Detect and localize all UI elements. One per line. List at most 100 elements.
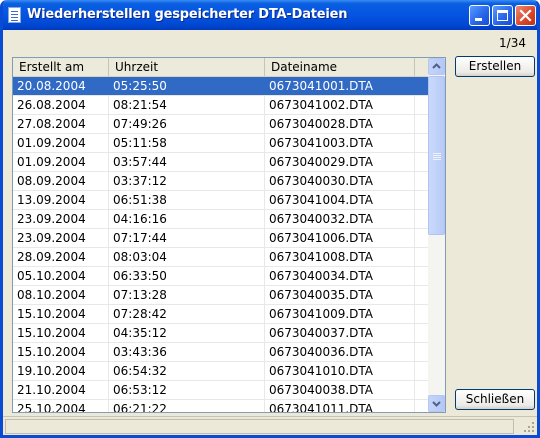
app-icon bbox=[8, 7, 21, 23]
table-row[interactable]: 28.09.2004 08:03:04 0673041008.DTA bbox=[13, 248, 429, 267]
column-header-date[interactable]: Erstellt am bbox=[13, 58, 109, 76]
scroll-down-button[interactable] bbox=[428, 395, 445, 412]
scroll-up-icon bbox=[432, 63, 441, 69]
cell-date: 08.09.2004 bbox=[17, 174, 86, 188]
table-row[interactable]: 25.10.2004 06:21:22 0673041011.DTA bbox=[13, 400, 429, 413]
table-row[interactable]: 27.08.2004 07:49:26 0673040028.DTA bbox=[13, 115, 429, 134]
table-row[interactable]: 23.09.2004 07:17:44 0673041006.DTA bbox=[13, 229, 429, 248]
scroll-thumb[interactable] bbox=[428, 76, 445, 235]
cell-time: 04:35:12 bbox=[113, 326, 167, 340]
cell-time: 08:03:04 bbox=[113, 250, 167, 264]
file-list[interactable]: Erstellt am Uhrzeit Dateiname 20.08.2004… bbox=[12, 57, 446, 413]
cell-filename: 0673040032.DTA bbox=[269, 212, 374, 226]
vertical-scrollbar[interactable] bbox=[428, 58, 445, 412]
cell-filename: 0673041001.DTA bbox=[269, 79, 374, 93]
table-row[interactable]: 15.10.2004 03:43:36 0673040036.DTA bbox=[13, 343, 429, 362]
table-row[interactable]: 15.10.2004 04:35:12 0673040037.DTA bbox=[13, 324, 429, 343]
cell-filename: 0673040028.DTA bbox=[269, 117, 374, 131]
cell-time: 06:51:38 bbox=[113, 193, 167, 207]
list-rows: 20.08.2004 05:25:50 0673041001.DTA 26.08.20… bbox=[13, 77, 429, 413]
scroll-up-button[interactable] bbox=[428, 58, 445, 75]
cell-date: 13.09.2004 bbox=[17, 193, 86, 207]
cell-filename: 0673040029.DTA bbox=[269, 155, 374, 169]
page-counter: 1/34 bbox=[499, 36, 526, 50]
cell-date: 23.09.2004 bbox=[17, 212, 86, 226]
cell-filename: 0673041010.DTA bbox=[269, 364, 374, 378]
list-header: Erstellt am Uhrzeit Dateiname bbox=[13, 58, 429, 77]
cell-date: 05.10.2004 bbox=[17, 269, 86, 283]
minimize-icon bbox=[475, 18, 482, 21]
status-bar bbox=[3, 416, 537, 435]
cell-date: 23.09.2004 bbox=[17, 231, 86, 245]
cell-date: 15.10.2004 bbox=[17, 307, 86, 321]
cell-time: 04:16:16 bbox=[113, 212, 167, 226]
cell-time: 08:21:54 bbox=[113, 98, 167, 112]
cell-date: 15.10.2004 bbox=[17, 326, 86, 340]
cell-date: 28.09.2004 bbox=[17, 250, 86, 264]
cell-time: 06:54:32 bbox=[113, 364, 167, 378]
cell-date: 26.08.2004 bbox=[17, 98, 86, 112]
cell-time: 06:21:22 bbox=[113, 402, 167, 413]
cell-filename: 0673041003.DTA bbox=[269, 136, 374, 150]
cell-time: 07:13:28 bbox=[113, 288, 167, 302]
table-row[interactable]: 01.09.2004 05:11:58 0673041003.DTA bbox=[13, 134, 429, 153]
table-row[interactable]: 26.08.2004 08:21:54 0673041002.DTA bbox=[13, 96, 429, 115]
cell-filename: 0673040038.DTA bbox=[269, 383, 374, 397]
maximize-button[interactable] bbox=[492, 5, 513, 26]
cell-filename: 0673040034.DTA bbox=[269, 269, 374, 283]
close-dialog-button[interactable]: Schließen bbox=[455, 389, 535, 410]
cell-date: 08.10.2004 bbox=[17, 288, 86, 302]
cell-date: 21.10.2004 bbox=[17, 383, 86, 397]
cell-time: 07:49:26 bbox=[113, 117, 167, 131]
table-row[interactable]: 08.10.2004 07:13:28 0673040035.DTA bbox=[13, 286, 429, 305]
status-panel bbox=[5, 419, 514, 434]
cell-time: 05:11:58 bbox=[113, 136, 167, 150]
create-button[interactable]: Erstellen bbox=[455, 56, 535, 77]
table-row[interactable]: 01.09.2004 03:57:44 0673040029.DTA bbox=[13, 153, 429, 172]
table-row[interactable]: 19.10.2004 06:54:32 0673041010.DTA bbox=[13, 362, 429, 381]
cell-filename: 0673040037.DTA bbox=[269, 326, 374, 340]
cell-date: 25.10.2004 bbox=[17, 402, 86, 413]
cell-time: 06:33:50 bbox=[113, 269, 167, 283]
cell-time: 07:28:42 bbox=[113, 307, 167, 321]
cell-date: 27.08.2004 bbox=[17, 117, 86, 131]
cell-filename: 0673041008.DTA bbox=[269, 250, 374, 264]
cell-time: 06:53:12 bbox=[113, 383, 167, 397]
cell-time: 03:37:12 bbox=[113, 174, 167, 188]
cell-filename: 0673041006.DTA bbox=[269, 231, 374, 245]
cell-filename: 0673041004.DTA bbox=[269, 193, 374, 207]
window-title: Wiederherstellen gespeicherter DTA-Datei… bbox=[27, 7, 348, 22]
cell-date: 20.08.2004 bbox=[17, 79, 86, 93]
table-row[interactable]: 15.10.2004 07:28:42 0673041009.DTA bbox=[13, 305, 429, 324]
cell-time: 05:25:50 bbox=[113, 79, 167, 93]
table-row[interactable]: 23.09.2004 04:16:16 0673040032.DTA bbox=[13, 210, 429, 229]
cell-filename: 0673041011.DTA bbox=[269, 402, 374, 413]
column-header-filename[interactable]: Dateiname bbox=[265, 58, 415, 76]
cell-date: 01.09.2004 bbox=[17, 155, 86, 169]
cell-filename: 0673040030.DTA bbox=[269, 174, 374, 188]
cell-filename: 0673040035.DTA bbox=[269, 288, 374, 302]
cell-filename: 0673041009.DTA bbox=[269, 307, 374, 321]
cell-date: 15.10.2004 bbox=[17, 345, 86, 359]
maximize-icon bbox=[497, 10, 508, 21]
table-row[interactable]: 20.08.2004 05:25:50 0673041001.DTA bbox=[13, 77, 429, 96]
close-icon bbox=[519, 9, 532, 22]
cell-time: 07:17:44 bbox=[113, 231, 167, 245]
resize-grip-icon[interactable] bbox=[523, 421, 535, 433]
title-bar[interactable]: Wiederherstellen gespeicherter DTA-Datei… bbox=[3, 0, 537, 30]
close-button[interactable] bbox=[515, 5, 536, 26]
table-row[interactable]: 13.09.2004 06:51:38 0673041004.DTA bbox=[13, 191, 429, 210]
dialog-window: Wiederherstellen gespeicherter DTA-Datei… bbox=[0, 0, 540, 438]
cell-filename: 0673041002.DTA bbox=[269, 98, 374, 112]
cell-time: 03:43:36 bbox=[113, 345, 167, 359]
minimize-button[interactable] bbox=[469, 5, 490, 26]
table-row[interactable]: 05.10.2004 06:33:50 0673040034.DTA bbox=[13, 267, 429, 286]
cell-date: 01.09.2004 bbox=[17, 136, 86, 150]
table-row[interactable]: 21.10.2004 06:53:12 0673040038.DTA bbox=[13, 381, 429, 400]
table-row[interactable]: 08.09.2004 03:37:12 0673040030.DTA bbox=[13, 172, 429, 191]
scroll-down-icon bbox=[432, 401, 441, 407]
column-header-time[interactable]: Uhrzeit bbox=[109, 58, 265, 76]
cell-date: 19.10.2004 bbox=[17, 364, 86, 378]
cell-filename: 0673040036.DTA bbox=[269, 345, 374, 359]
cell-time: 03:57:44 bbox=[113, 155, 167, 169]
